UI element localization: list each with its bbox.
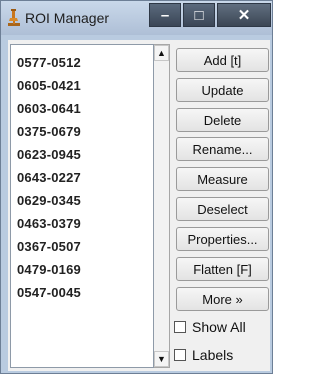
- scroll-down-arrow-icon[interactable]: ▼: [154, 351, 169, 367]
- roi-manager-window: ROI Manager – □ ✕ 0577-0512 0605-0421 06…: [0, 0, 273, 374]
- close-button[interactable]: ✕: [217, 3, 271, 27]
- list-item[interactable]: 0605-0421: [17, 78, 81, 93]
- list-item[interactable]: 0367-0507: [17, 239, 81, 254]
- labels-label: Labels: [192, 347, 234, 363]
- list-item[interactable]: 0463-0379: [17, 216, 81, 231]
- rename-button[interactable]: Rename...: [176, 137, 269, 161]
- labels-checkbox-row[interactable]: Labels: [174, 346, 233, 364]
- imagej-microscope-icon: [8, 9, 20, 26]
- list-item[interactable]: 0623-0945: [17, 147, 81, 162]
- measure-button[interactable]: Measure: [176, 167, 269, 191]
- list-item[interactable]: 0375-0679: [17, 124, 81, 139]
- list-item[interactable]: 0479-0169: [17, 262, 81, 277]
- more-button[interactable]: More »: [176, 287, 269, 311]
- add-button[interactable]: Add [t]: [176, 48, 269, 72]
- list-scrollbar[interactable]: ▲ ▼: [154, 44, 170, 368]
- list-item[interactable]: 0577-0512: [17, 55, 81, 70]
- delete-button[interactable]: Delete: [176, 108, 269, 132]
- update-button[interactable]: Update: [176, 78, 269, 102]
- list-item[interactable]: 0603-0641: [17, 101, 81, 116]
- window-title: ROI Manager: [25, 10, 110, 26]
- title-bar[interactable]: ROI Manager – □ ✕: [1, 1, 272, 35]
- scroll-up-arrow-icon[interactable]: ▲: [154, 45, 169, 61]
- list-item[interactable]: 0547-0045: [17, 285, 81, 300]
- content-panel: 0577-0512 0605-0421 0603-0641 0375-0679 …: [8, 40, 270, 371]
- minimize-button[interactable]: –: [149, 3, 181, 27]
- list-item[interactable]: 0643-0227: [17, 170, 81, 185]
- list-item[interactable]: 0629-0345: [17, 193, 81, 208]
- maximize-button[interactable]: □: [183, 3, 215, 27]
- show-all-label: Show All: [192, 319, 246, 335]
- deselect-button[interactable]: Deselect: [176, 197, 269, 221]
- labels-checkbox[interactable]: [174, 349, 186, 361]
- show-all-checkbox-row[interactable]: Show All: [174, 318, 246, 336]
- show-all-checkbox[interactable]: [174, 321, 186, 333]
- flatten-button[interactable]: Flatten [F]: [176, 257, 269, 281]
- properties-button[interactable]: Properties...: [176, 227, 269, 251]
- roi-list[interactable]: 0577-0512 0605-0421 0603-0641 0375-0679 …: [10, 44, 154, 368]
